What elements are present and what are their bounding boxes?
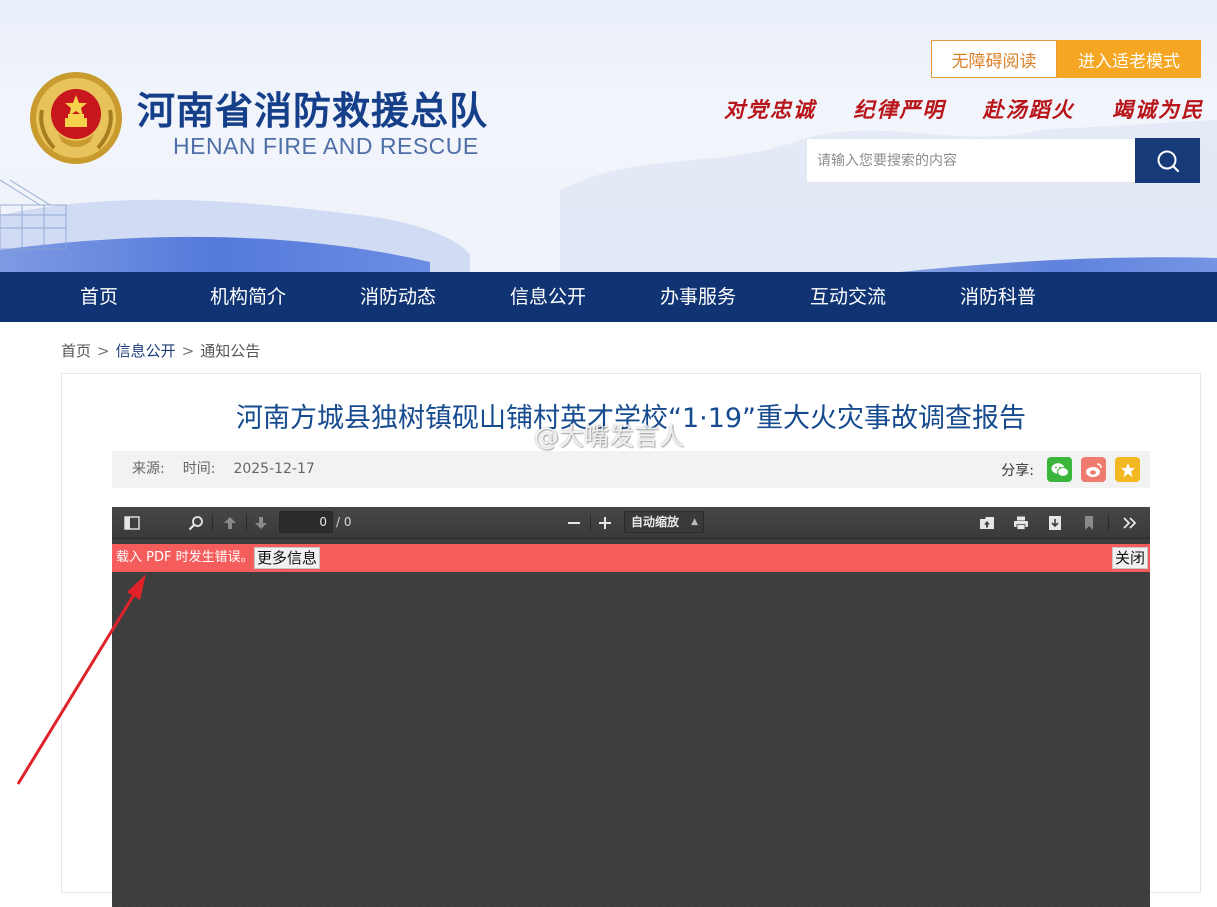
zoom-in-icon[interactable] xyxy=(594,513,616,533)
print-icon[interactable] xyxy=(1010,513,1032,533)
weibo-icon[interactable] xyxy=(1081,457,1106,482)
pdf-viewer: / 0 自动缩放 ▲ xyxy=(112,507,1150,907)
search-input[interactable] xyxy=(807,139,1137,182)
download-glyph xyxy=(1049,516,1061,530)
arrow-down-glyph xyxy=(255,517,267,529)
breadcrumb-home-link[interactable]: 首页 xyxy=(61,342,91,360)
select-arrows-icon: ▲ xyxy=(691,517,698,527)
zoom-out-icon[interactable] xyxy=(563,513,585,533)
find-glyph xyxy=(188,516,203,531)
nav-item-services[interactable]: 办事服务 xyxy=(660,272,736,322)
page-number-input[interactable] xyxy=(279,511,333,533)
elder-mode-button[interactable]: 进入适老模式 xyxy=(1057,40,1201,78)
search-icon xyxy=(1157,150,1179,172)
breadcrumb-current-link[interactable]: 通知公告 xyxy=(200,342,260,360)
motto-phrase: 纪律严明 xyxy=(853,97,946,122)
search-box xyxy=(806,138,1201,183)
share-label: 分享: xyxy=(1001,462,1034,479)
main-nav: 首页 机构简介 消防动态 信息公开 办事服务 互动交流 消防科普 xyxy=(0,272,1217,322)
site-subtitle: HENAN FIRE AND RESCUE xyxy=(173,133,479,159)
source-label: 来源: xyxy=(132,461,165,477)
nav-item-news[interactable]: 消防动态 xyxy=(360,272,436,322)
motto-phrase: 赴汤蹈火 xyxy=(982,97,1075,122)
pdf-error-bar: 载入 PDF 时发生错误。 更多信息 关闭 xyxy=(112,544,1150,572)
toolbar-separator xyxy=(1108,515,1109,531)
motto-phrase: 竭诚为民 xyxy=(1111,97,1204,122)
folder-glyph xyxy=(980,517,994,529)
nav-item-fire-science[interactable]: 消防科普 xyxy=(960,272,1036,322)
breadcrumb-section-link[interactable]: 信息公开 xyxy=(116,342,176,360)
nav-item-interaction[interactable]: 互动交流 xyxy=(810,272,886,322)
page-count: / 0 xyxy=(336,515,352,529)
sidebar-toggle-icon[interactable] xyxy=(121,513,143,533)
fire-rescue-emblem-icon xyxy=(30,72,122,164)
previous-page-icon[interactable] xyxy=(219,513,241,533)
pdf-error-message: 载入 PDF 时发生错误。 xyxy=(116,550,254,565)
toolbar-separator xyxy=(590,515,591,531)
motto-slogan: 对党忠诚 纪律严明 赴汤蹈火 竭诚为民 xyxy=(724,94,1204,126)
bookmark-icon[interactable] xyxy=(1078,513,1100,533)
nav-item-about[interactable]: 机构简介 xyxy=(210,272,286,322)
motto-phrase: 对党忠诚 xyxy=(724,97,816,122)
toolbar-separator xyxy=(212,515,213,531)
share-bar: 分享: xyxy=(1001,457,1140,482)
arrow-up-glyph xyxy=(224,517,236,529)
wechat-icon[interactable] xyxy=(1047,457,1072,482)
article-panel: 河南方城县独树镇砚山铺村英才学校“1·19”重大火灾事故调查报告 来源: 时间: 2… xyxy=(61,373,1201,907)
nav-item-home[interactable]: 首页 xyxy=(80,272,118,322)
zoom-select[interactable]: 自动缩放 ▲ xyxy=(624,511,704,533)
breadcrumb-separator: > xyxy=(97,342,110,360)
bookmark-glyph xyxy=(1085,516,1093,530)
site-header: 河南省消防救援总队 HENAN FIRE AND RESCUE 无障碍阅读 进入… xyxy=(0,0,1217,272)
printer-glyph xyxy=(1014,516,1028,530)
time-label: 时间: xyxy=(182,461,216,477)
close-error-button[interactable]: 关闭 xyxy=(1111,547,1148,569)
more-tools-icon[interactable] xyxy=(1119,513,1141,533)
accessibility-reading-button[interactable]: 无障碍阅读 xyxy=(931,40,1057,78)
weibo-glyph xyxy=(1085,462,1102,477)
publish-date: 2025-12-17 xyxy=(233,461,315,477)
breadcrumb: 首页 > 信息公开 > 通知公告 xyxy=(61,340,260,361)
article-title: 河南方城县独树镇砚山铺村英才学校“1·19”重大火灾事故调查报告 xyxy=(235,403,1027,434)
zoom-value: 自动缩放 xyxy=(631,515,680,529)
sidebar-glyph xyxy=(124,516,140,530)
next-page-icon[interactable] xyxy=(250,513,272,533)
toolbar-separator xyxy=(246,515,247,531)
download-icon[interactable] xyxy=(1044,513,1066,533)
search-button[interactable] xyxy=(1135,138,1200,183)
more-info-button[interactable]: 更多信息 xyxy=(254,547,321,569)
site-title: 河南省消防救援总队 xyxy=(137,89,489,133)
article-meta-info: 来源: 时间: 2025-12-17 xyxy=(132,451,315,488)
minus-glyph xyxy=(568,522,580,524)
double-chevron-glyph xyxy=(1123,517,1137,529)
article-meta-bar: 来源: 时间: 2025-12-17 分享: xyxy=(112,451,1150,488)
nav-item-info-disclosure[interactable]: 信息公开 xyxy=(510,272,586,322)
open-file-icon[interactable] xyxy=(976,513,998,533)
plus-glyph xyxy=(599,517,611,529)
wechat-glyph xyxy=(1051,462,1069,477)
breadcrumb-separator: > xyxy=(181,342,195,360)
star-glyph xyxy=(1120,462,1135,477)
favorite-star-icon[interactable] xyxy=(1115,457,1140,482)
find-search-icon[interactable] xyxy=(185,513,207,533)
pdf-toolbar: / 0 自动缩放 ▲ xyxy=(112,507,1150,539)
